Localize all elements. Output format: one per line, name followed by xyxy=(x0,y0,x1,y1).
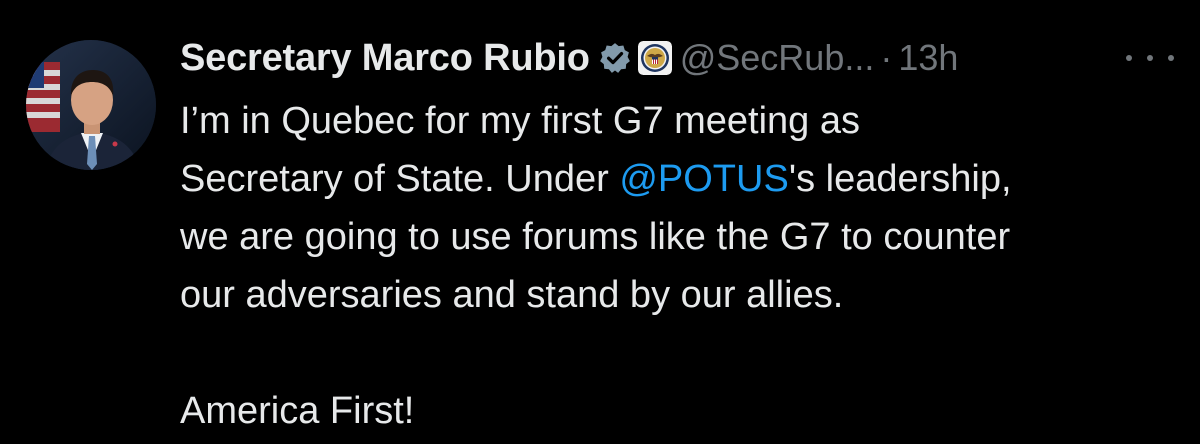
state-department-seal-icon[interactable] xyxy=(637,41,672,75)
author-handle[interactable]: @SecRub... xyxy=(680,37,875,79)
avatar-image xyxy=(26,40,156,170)
author-display-name[interactable]: Secretary Marco Rubio xyxy=(180,37,590,80)
more-dot xyxy=(1126,55,1132,61)
tweet-line: our adversaries and stand by our allies. xyxy=(180,274,844,316)
more-options-icon[interactable] xyxy=(1126,44,1174,72)
tweet-text: I’m in Quebec for my first G7 meeting as… xyxy=(180,92,1170,440)
tweet-timestamp[interactable]: 13h xyxy=(898,37,958,79)
more-dot xyxy=(1168,55,1174,61)
tweet-text-fragment: 's leadership, xyxy=(788,158,1012,200)
tweet-line: we are going to use forums like the G7 t… xyxy=(180,216,1011,258)
tweet-line: Secretary of State. Under @POTUS's leade… xyxy=(180,150,1170,208)
more-dot xyxy=(1147,55,1153,61)
paragraph-break xyxy=(180,324,1170,382)
mention-link[interactable]: @POTUS xyxy=(619,158,788,200)
header-separator: · xyxy=(880,37,893,78)
tweet-header: Secretary Marco Rubio @SecRub... · 13h xyxy=(180,30,958,86)
tweet-line: America First! xyxy=(180,390,415,432)
tweet-card: Secretary Marco Rubio @SecRub... · 13h I… xyxy=(0,0,1200,444)
profile-avatar[interactable] xyxy=(26,40,156,170)
tweet-text-fragment: Secretary of State. Under xyxy=(180,158,620,200)
verified-badge-icon[interactable] xyxy=(598,41,632,75)
tweet-line: I’m in Quebec for my first G7 meeting as xyxy=(180,100,861,142)
